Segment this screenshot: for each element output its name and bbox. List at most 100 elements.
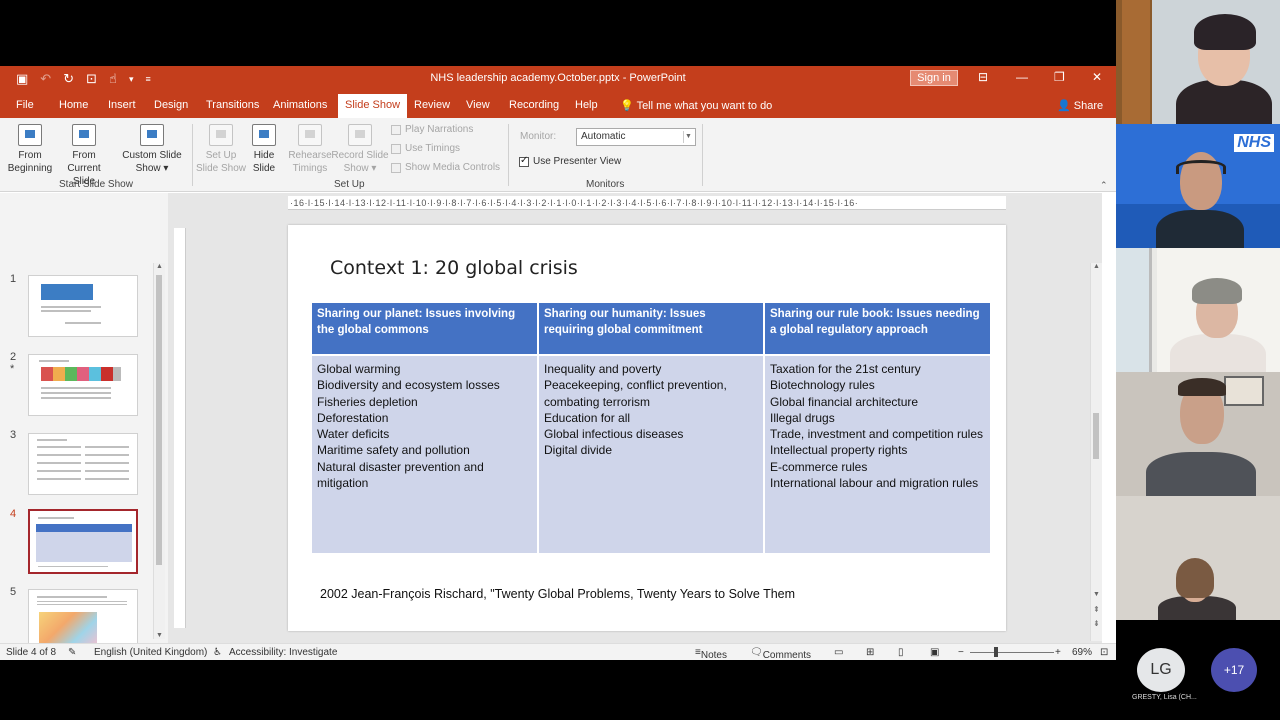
setup-line2: Slide Show (195, 163, 247, 174)
reading-view-icon[interactable]: ▯ (898, 647, 904, 658)
list-item: Digital divide (544, 443, 613, 458)
spelling-icon[interactable]: ✎ (68, 647, 76, 658)
monitor-select[interactable]: Automatic ▼ (576, 128, 696, 146)
ribbon-display-icon[interactable]: ⊟ (978, 70, 988, 84)
zoom-out-icon[interactable]: − (958, 647, 964, 658)
crisis-table[interactable]: Sharing our planet: Issues involving the… (312, 303, 990, 553)
record-slide-show-button[interactable]: Record Slide Show ▾ (330, 124, 390, 175)
zoom-slider-handle[interactable] (994, 647, 998, 657)
table-cell-planet: Global warming Biodiversity and ecosyste… (312, 354, 539, 553)
tab-home[interactable]: Home (59, 99, 88, 111)
tab-design[interactable]: Design (154, 99, 188, 111)
scroll-down-icon[interactable]: ▼ (1093, 591, 1100, 598)
slide-thumbnail-5[interactable] (28, 589, 138, 643)
participant-hair (1192, 278, 1242, 304)
next-slide-icon[interactable]: ⇟ (1093, 619, 1100, 628)
thumbnails-scrollbar[interactable]: ▲ ▼ (153, 263, 165, 639)
use-timings-checkbox[interactable]: Use Timings (391, 143, 460, 154)
participant-hair (1178, 378, 1226, 396)
close-icon[interactable]: ✕ (1092, 70, 1102, 84)
set-up-slide-show-button[interactable]: Set Up Slide Show (194, 124, 248, 175)
record-line2: Show ▾ (343, 163, 377, 174)
tab-file[interactable]: File (16, 99, 34, 111)
editor-scrollbar[interactable]: ▲ ▼ ⇞ ⇟ (1090, 263, 1102, 641)
fit-slide-icon[interactable]: ⊡ (1100, 647, 1108, 658)
video-tile-2[interactable]: NHS (1116, 124, 1280, 248)
horizontal-ruler: ·16·l·15·l·14·l·13·l·12·l·11·l·10·l·9·l·… (288, 196, 1006, 210)
tab-slide-show[interactable]: Slide Show (338, 94, 408, 118)
tab-transitions[interactable]: Transitions (206, 99, 259, 111)
title-bar: ▣ ↶ ↻ ⊡ ☝ ▾ ≡ NHS leadership academy.Oct… (0, 66, 1116, 92)
collapse-ribbon-icon[interactable]: ⌃ (1100, 180, 1108, 191)
slide-sorter-icon[interactable]: ⊞ (866, 647, 874, 658)
scrollbar-thumb[interactable] (1093, 413, 1099, 459)
language-indicator[interactable]: English (United Kingdom) (94, 647, 207, 658)
zoom-level[interactable]: 69% (1072, 647, 1092, 658)
status-bar: Slide 4 of 8 ✎ English (United Kingdom) … (0, 643, 1116, 660)
comments-label: Comments (762, 650, 812, 660)
wall-picture (1224, 376, 1264, 406)
zoom-slider[interactable] (970, 652, 1054, 653)
scroll-up-icon[interactable]: ▲ (156, 263, 163, 270)
group-separator (702, 124, 703, 186)
thumb-image-strip (41, 367, 121, 381)
rehearse-timings-button[interactable]: Rehearse Timings (284, 124, 336, 175)
video-tile-3[interactable] (1116, 248, 1280, 372)
start-slide-show-group-label: Start Slide Show (59, 179, 133, 190)
comments-button[interactable]: 🗨 Comments (750, 647, 811, 660)
scroll-down-icon[interactable]: ▼ (156, 632, 163, 639)
slide-source-citation[interactable]: 2002 Jean-François Rischard, "Twenty Glo… (320, 587, 795, 601)
zoom-in-icon[interactable]: + (1055, 647, 1061, 658)
scrollbar-thumb[interactable] (156, 275, 162, 565)
hide-slide-icon (252, 124, 276, 146)
slide-title[interactable]: Context 1: 20 global crisis (330, 257, 578, 279)
tab-review[interactable]: Review (414, 99, 450, 111)
tab-insert[interactable]: Insert (108, 99, 136, 111)
custom-show-line2: Show ▾ (135, 163, 169, 174)
tell-me-search[interactable]: 💡 Tell me what you want to do (620, 99, 772, 112)
slide-thumbnail-4[interactable] (28, 509, 138, 574)
share-button[interactable]: 👤 Share (1057, 99, 1103, 112)
normal-view-icon[interactable]: ▭ (834, 647, 843, 658)
group-separator (192, 124, 193, 186)
slide-show-view-icon[interactable]: ▣ (930, 647, 939, 658)
list-item: Peacekeeping, conflict prevention, comba… (544, 378, 727, 409)
minimize-icon[interactable]: — (1016, 70, 1028, 84)
video-tile-1[interactable] (1116, 0, 1280, 124)
slide-editing-area: ·16·l·15·l·14·l·13·l·12·l·11·l·10·l·9·l·… (168, 193, 1102, 643)
tab-animations[interactable]: Animations (273, 99, 327, 111)
previous-slide-icon[interactable]: ⇞ (1093, 605, 1100, 614)
slide-thumbnail-2[interactable] (28, 354, 138, 416)
notes-button[interactable]: ≡ Notes (695, 647, 727, 660)
more-participants-button[interactable]: +17 (1211, 648, 1257, 692)
video-tile-5[interactable] (1116, 496, 1280, 620)
slide-thumbnail-3[interactable] (28, 433, 138, 495)
participant-avatar[interactable]: LG (1137, 648, 1185, 692)
slide-thumbnail-1[interactable] (28, 275, 138, 337)
video-tile-4[interactable] (1116, 372, 1280, 496)
custom-slide-show-button[interactable]: Custom Slide Show ▾ (118, 124, 186, 175)
rehearse-icon (298, 124, 322, 146)
thumb-number: 1 (10, 273, 17, 285)
show-media-controls-checkbox[interactable]: Show Media Controls (391, 162, 500, 173)
table-cell-humanity: Inequality and poverty Peacekeeping, con… (538, 354, 765, 553)
use-presenter-view-checkbox[interactable]: Use Presenter View (519, 155, 621, 167)
hide-slide-button[interactable]: Hide Slide (248, 124, 280, 175)
thumb-table-body (36, 532, 132, 562)
from-beginning-button[interactable]: From Beginning (6, 124, 54, 175)
powerpoint-window: ▣ ↶ ↻ ⊡ ☝ ▾ ≡ NHS leadership academy.Oct… (0, 66, 1116, 660)
slide-canvas[interactable]: Context 1: 20 global crisis Sharing our … (288, 225, 1006, 631)
tab-help[interactable]: Help (575, 99, 598, 111)
accessibility-status[interactable]: Accessibility: Investigate (229, 647, 337, 658)
maximize-icon[interactable]: ❐ (1054, 70, 1065, 84)
record-icon (348, 124, 372, 146)
sign-in-button[interactable]: Sign in (910, 70, 958, 86)
tab-recording[interactable]: Recording (509, 99, 559, 111)
list-item: International labour and migration rules (770, 476, 979, 491)
list-item: Biodiversity and ecosystem losses (317, 378, 500, 393)
play-narrations-checkbox[interactable]: Play Narrations (391, 124, 473, 135)
custom-show-icon (140, 124, 164, 146)
window-frame (1116, 248, 1152, 372)
tab-view[interactable]: View (466, 99, 490, 111)
scroll-up-icon[interactable]: ▲ (1093, 263, 1100, 270)
